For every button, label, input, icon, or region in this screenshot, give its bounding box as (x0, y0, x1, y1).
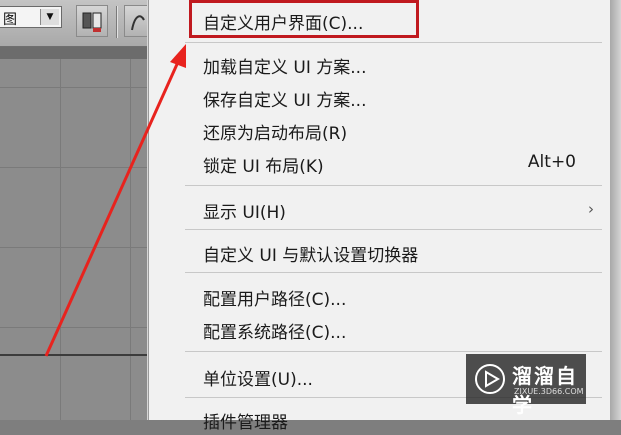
watermark-url: ZIXUE.3D66.COM (514, 387, 584, 396)
watermark: 溜溜自学 ZIXUE.3D66.COM (466, 354, 586, 417)
play-logo-icon (475, 364, 505, 394)
